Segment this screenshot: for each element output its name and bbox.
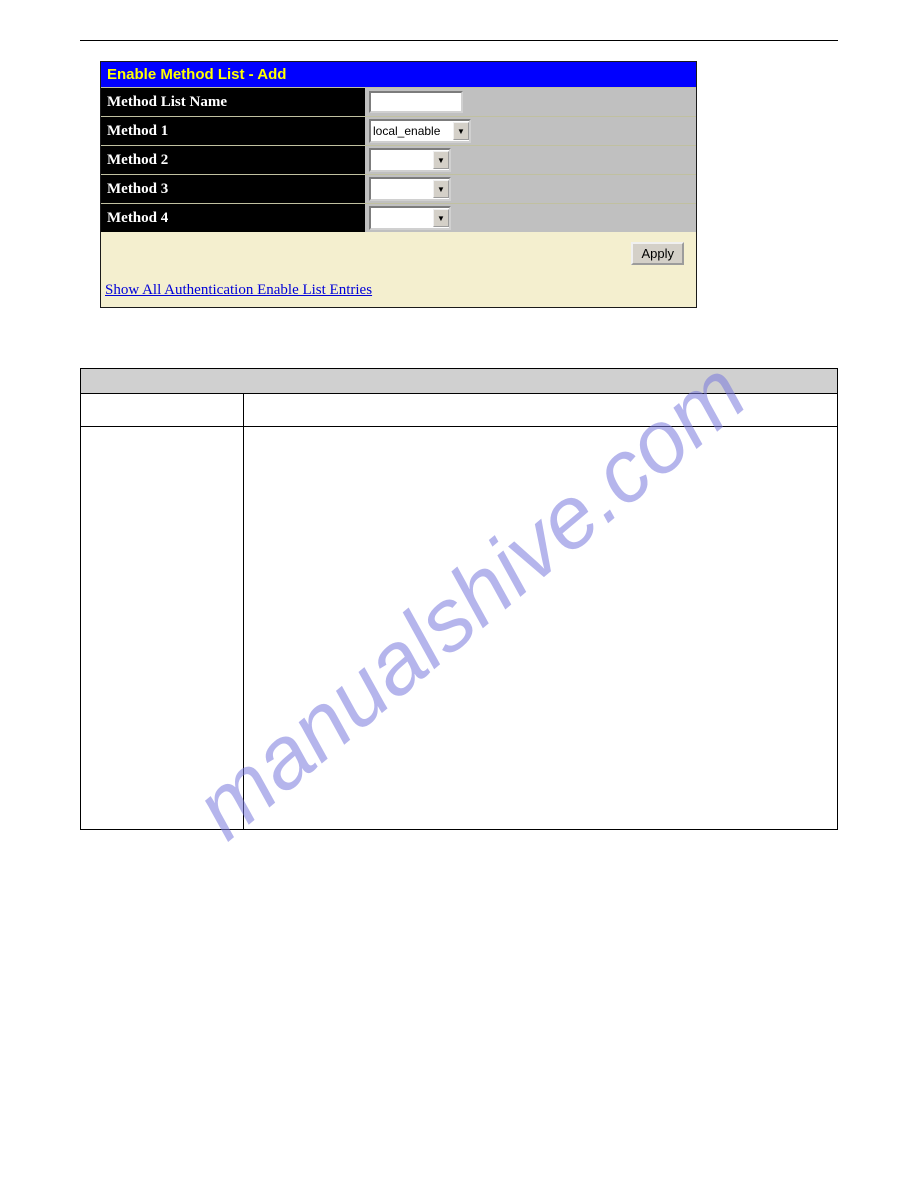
chevron-down-icon: ▼ bbox=[433, 209, 449, 227]
panel-title: Enable Method List - Add bbox=[101, 62, 696, 87]
cell-method-list-name bbox=[365, 88, 696, 116]
method-list-name-input[interactable] bbox=[369, 91, 463, 113]
label-method-list-name: Method List Name bbox=[101, 88, 365, 116]
label-method-4: Method 4 bbox=[101, 204, 365, 232]
cell-method-1: local_enable ▼ bbox=[365, 117, 696, 145]
method-3-select[interactable]: ▼ bbox=[369, 177, 451, 201]
description-table bbox=[80, 368, 838, 830]
row-method-1: Method 1 local_enable ▼ bbox=[101, 116, 696, 145]
panel-footer: Apply Show All Authentication Enable Lis… bbox=[101, 232, 696, 307]
chevron-down-icon: ▼ bbox=[433, 151, 449, 169]
label-method-3: Method 3 bbox=[101, 175, 365, 203]
table-title-row bbox=[81, 369, 838, 394]
cell-method-3: ▼ bbox=[365, 175, 696, 203]
cell-method-2: ▼ bbox=[365, 146, 696, 174]
show-all-entries-link[interactable]: Show All Authentication Enable List Entr… bbox=[105, 282, 372, 298]
top-rule bbox=[80, 40, 838, 41]
table-header-col1 bbox=[81, 394, 244, 427]
apply-button[interactable]: Apply bbox=[631, 242, 684, 265]
method-1-selected: local_enable bbox=[373, 124, 440, 138]
table-body-col2 bbox=[244, 427, 838, 830]
label-method-1: Method 1 bbox=[101, 117, 365, 145]
chevron-down-icon: ▼ bbox=[453, 122, 469, 140]
table-body-col1 bbox=[81, 427, 244, 830]
method-1-select[interactable]: local_enable ▼ bbox=[369, 119, 471, 143]
cell-method-4: ▼ bbox=[365, 204, 696, 232]
row-method-3: Method 3 ▼ bbox=[101, 174, 696, 203]
row-method-list-name: Method List Name bbox=[101, 87, 696, 116]
method-2-select[interactable]: ▼ bbox=[369, 148, 451, 172]
row-method-4: Method 4 ▼ bbox=[101, 203, 696, 232]
row-method-2: Method 2 ▼ bbox=[101, 145, 696, 174]
table-header-col2 bbox=[244, 394, 838, 427]
label-method-2: Method 2 bbox=[101, 146, 365, 174]
chevron-down-icon: ▼ bbox=[433, 180, 449, 198]
method-4-select[interactable]: ▼ bbox=[369, 206, 451, 230]
enable-method-list-panel: Enable Method List - Add Method List Nam… bbox=[100, 61, 697, 308]
